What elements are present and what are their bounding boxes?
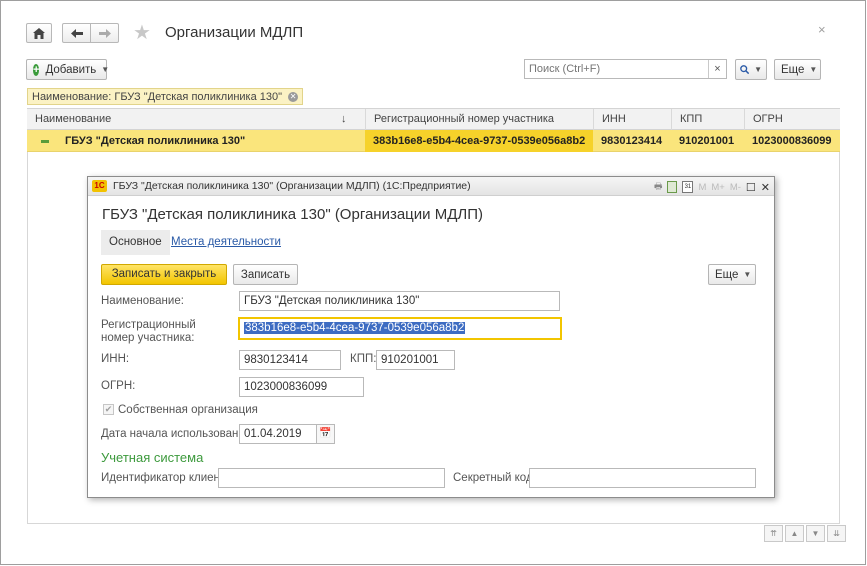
home-button[interactable] xyxy=(26,23,52,43)
save-button[interactable]: Записать xyxy=(233,264,298,285)
more-button[interactable]: Еще ▼ xyxy=(774,59,821,80)
cell-ogrn: 1023000836099 xyxy=(752,135,832,147)
name-label: Наименование: xyxy=(101,295,184,307)
table-header: Наименование ↓ Регистрационный номер уча… xyxy=(27,108,840,130)
search-input[interactable] xyxy=(525,60,708,78)
memory-minus-icon[interactable]: M- xyxy=(730,182,741,193)
scroll-top-icon[interactable]: ⇈ xyxy=(764,525,783,542)
start-date-label: Дата начала использования: xyxy=(101,428,255,440)
table-row[interactable]: ГБУЗ "Детская поликлиника 130" 383b16e8-… xyxy=(27,130,840,152)
home-icon xyxy=(33,27,45,39)
organization-form-window: 1C ГБУЗ "Детская поликлиника 130" (Орган… xyxy=(87,176,775,498)
own-organization-label: Собственная организация xyxy=(118,404,258,416)
column-header-ogrn[interactable]: ОГРН xyxy=(744,109,840,130)
search-options-button[interactable]: ▼ xyxy=(735,59,767,80)
clear-search-icon[interactable]: × xyxy=(708,60,726,78)
chevron-down-icon: ▼ xyxy=(101,65,110,74)
star-icon[interactable]: ★ xyxy=(133,20,151,45)
reg-number-field[interactable]: 383b16e8-e5b4-4cea-9737-0539e056a8b2 xyxy=(238,317,562,340)
chevron-down-icon: ▼ xyxy=(809,65,818,74)
calculator-icon[interactable] xyxy=(667,181,678,193)
client-id-label: Идентификатор клиента: xyxy=(101,472,235,484)
column-header-inn[interactable]: ИНН xyxy=(593,109,671,130)
titlebar-icons: 🖶 31 M M+ M- ☐ ✕ xyxy=(649,179,770,195)
scroll-down-icon[interactable]: ▼ xyxy=(806,525,825,542)
sort-desc-icon: ↓ xyxy=(341,113,347,125)
window-title: ГБУЗ "Детская поликлиника 130" (Организа… xyxy=(113,180,471,192)
reg-label-line2: номер участника: xyxy=(101,332,195,344)
add-button[interactable]: + Добавить ▼ xyxy=(26,59,110,80)
window-titlebar: 1C ГБУЗ "Детская поликлиника 130" (Орган… xyxy=(88,177,774,196)
form-title: ГБУЗ "Детская поликлиника 130" (Организа… xyxy=(102,206,483,223)
calendar-icon[interactable]: 31 xyxy=(682,181,694,193)
secret-code-label: Секретный код: xyxy=(453,472,536,484)
reg-number-value: 383b16e8-e5b4-4cea-9737-0539e056a8b2 xyxy=(244,322,466,334)
cell-reg-number: 383b16e8-e5b4-4cea-9737-0539e056a8b2 xyxy=(365,130,593,152)
search-icon xyxy=(740,65,750,75)
column-header-reg-number[interactable]: Регистрационный номер участника xyxy=(365,109,593,130)
close-icon[interactable]: × xyxy=(818,22,826,37)
arrow-right-icon xyxy=(98,28,111,38)
ogrn-field[interactable]: 1023000836099 xyxy=(239,377,364,397)
secret-code-field[interactable] xyxy=(529,468,756,488)
chevron-down-icon: ▼ xyxy=(743,270,752,279)
name-field[interactable]: ГБУЗ "Детская поликлиника 130" xyxy=(239,291,560,311)
cell-name: ГБУЗ "Детская поликлиника 130" xyxy=(65,135,246,147)
start-date-field[interactable]: 01.04.2019 xyxy=(239,424,317,444)
scroll-up-icon[interactable]: ▲ xyxy=(785,525,804,542)
cell-inn: 9830123414 xyxy=(601,135,663,147)
accounting-section-title: Учетная система xyxy=(101,450,204,465)
reg-label-line1: Регистрационный xyxy=(101,319,196,331)
maximize-icon[interactable]: ☐ xyxy=(746,181,756,194)
column-header-kpp[interactable]: КПП xyxy=(671,109,744,130)
1c-logo-icon: 1C xyxy=(92,180,107,192)
own-organization-checkbox[interactable]: ✔ xyxy=(103,404,114,415)
form-more-button[interactable]: Еще ▼ xyxy=(708,264,756,285)
scroll-bottom-icon[interactable]: ⇊ xyxy=(827,525,846,542)
save-and-close-button[interactable]: Записать и закрыть xyxy=(101,264,227,285)
inn-label: ИНН: xyxy=(101,353,130,365)
plus-icon: + xyxy=(33,63,40,76)
calendar-picker-icon[interactable]: 📅 xyxy=(317,424,335,444)
arrow-left-icon xyxy=(70,28,83,38)
tab-main[interactable]: Основное xyxy=(101,230,170,255)
organizations-table: Наименование ↓ Регистрационный номер уча… xyxy=(27,108,840,152)
page-title: Организации МДЛП xyxy=(165,24,304,41)
remove-filter-icon[interactable]: ✕ xyxy=(288,91,299,102)
memory-plus-icon[interactable]: M+ xyxy=(711,182,724,193)
kpp-field[interactable]: 910201001 xyxy=(376,350,455,370)
chevron-down-icon: ▼ xyxy=(754,65,762,74)
cell-kpp: 910201001 xyxy=(679,135,735,147)
tab-places[interactable]: Места деятельности xyxy=(171,236,281,248)
add-button-label: Добавить xyxy=(45,63,97,76)
filter-text: Наименование: ГБУЗ "Детская поликлиника … xyxy=(32,90,283,103)
filter-chip[interactable]: Наименование: ГБУЗ "Детская поликлиника … xyxy=(27,88,304,105)
more-button-label: Еще xyxy=(781,63,805,76)
forward-button[interactable] xyxy=(90,23,119,43)
client-id-field[interactable] xyxy=(218,468,445,488)
ogrn-label: ОГРН: xyxy=(101,380,136,392)
list-navigation: ⇈ ▲ ▼ ⇊ xyxy=(762,525,846,542)
back-button[interactable] xyxy=(62,23,91,43)
memory-icon[interactable]: M xyxy=(698,182,706,193)
close-icon[interactable]: ✕ xyxy=(761,181,770,194)
kpp-label: КПП: xyxy=(350,353,377,365)
column-header-name[interactable]: Наименование ↓ xyxy=(27,109,365,130)
row-state-icon xyxy=(41,140,49,143)
print-icon[interactable]: 🖶 xyxy=(654,179,663,195)
inn-field[interactable]: 9830123414 xyxy=(239,350,341,370)
search-field: × xyxy=(524,59,727,79)
